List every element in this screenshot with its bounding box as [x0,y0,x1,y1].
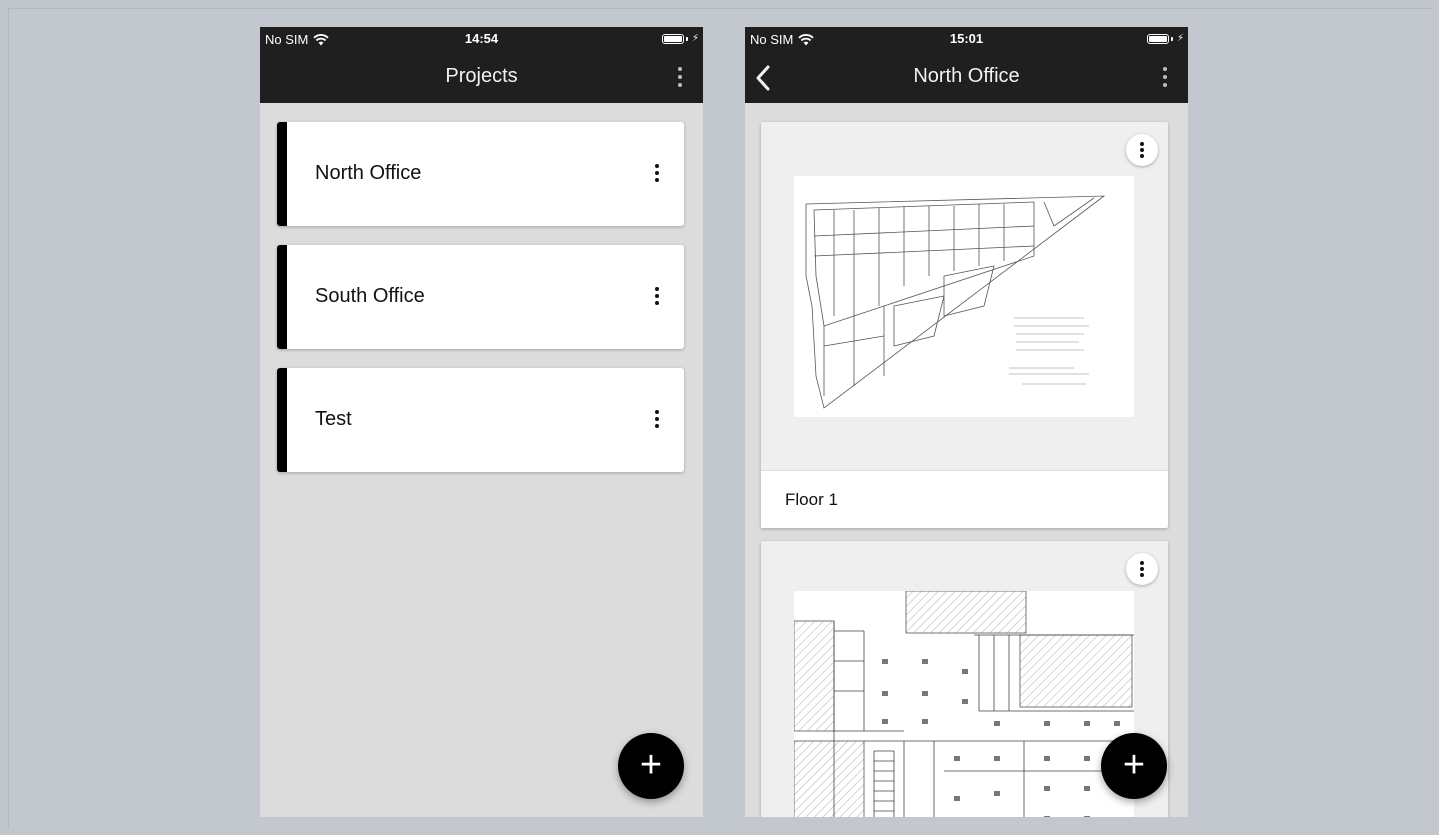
project-card-south-office[interactable]: South Office [277,245,684,349]
more-vertical-icon[interactable] [1162,67,1168,87]
top-nav-bar: North Office [745,51,1188,103]
more-vertical-icon [1139,142,1145,158]
add-project-button[interactable]: + [618,733,684,799]
add-floorplan-button[interactable]: + [1101,733,1167,799]
battery-icon: ⚡ [661,33,699,44]
status-bar: No SIM 14:54 ⚡ [260,27,703,51]
card-accent-bar [277,122,287,226]
clock: 15:01 [949,31,984,46]
more-vertical-icon[interactable] [677,67,683,87]
project-card-north-office[interactable]: North Office [277,122,684,226]
card-menu-button[interactable] [1126,553,1158,585]
page-title: Projects [445,65,518,87]
projects-screen: No SIM 14:54 ⚡ Projects North Office Sou… [260,27,703,817]
clock: 14:54 [464,31,499,46]
project-detail-screen: No SIM 15:01 ⚡ North Office Floor 1 + [745,27,1188,817]
floor-plan-drawing [805,195,1106,409]
card-menu-button[interactable] [1126,134,1158,166]
floorplan-card-floor-1[interactable]: Floor 1 [761,122,1168,528]
page-title: North Office [913,65,1020,87]
project-name: North Office [315,162,422,184]
screenshot-frame [8,8,1432,828]
floorplan-name: Floor 1 [785,490,838,509]
plus-icon: + [639,743,663,786]
floorplan-thumbnail [794,176,1134,417]
battery-icon: ⚡ [1146,33,1184,44]
status-bar: No SIM 15:01 ⚡ [745,27,1188,51]
floorplan-thumbnail [794,591,1134,817]
more-vertical-icon[interactable] [654,410,660,428]
floorplan-card-footer: Floor 1 [761,470,1168,528]
project-card-test[interactable]: Test [277,368,684,472]
plus-icon: + [1122,743,1146,786]
more-vertical-icon [1139,561,1145,577]
top-nav-bar: Projects [260,51,703,103]
floor-plan-drawing [794,591,1134,817]
more-vertical-icon[interactable] [654,164,660,182]
project-name: Test [315,408,352,430]
card-accent-bar [277,368,287,472]
card-accent-bar [277,245,287,349]
project-name: South Office [315,285,425,307]
more-vertical-icon[interactable] [654,287,660,305]
